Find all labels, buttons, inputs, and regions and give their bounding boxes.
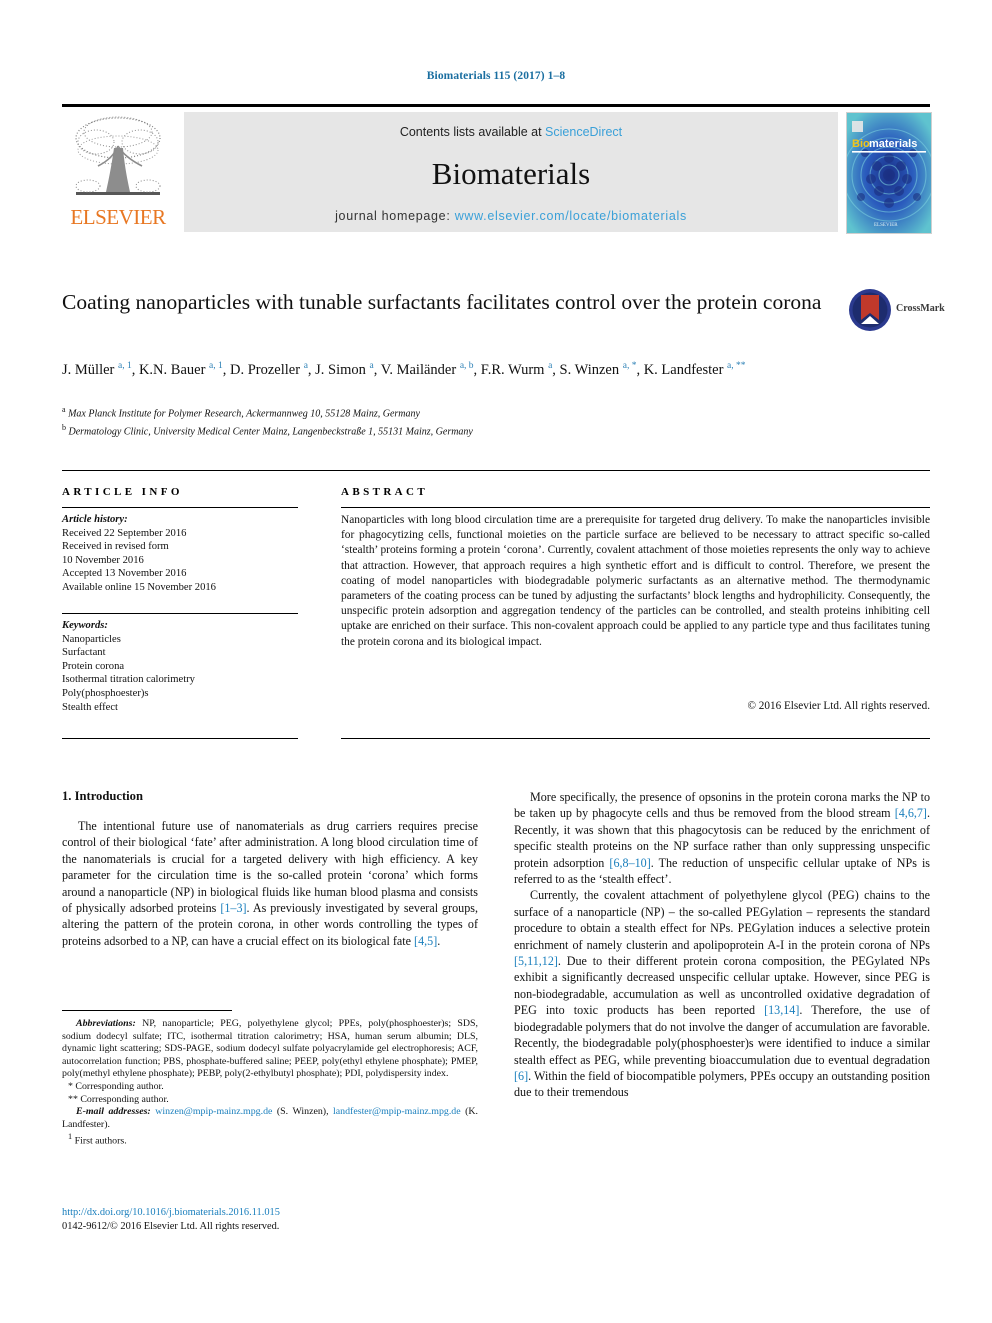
contents-prefix: Contents lists available at [399, 125, 546, 139]
history-line: Available online 15 November 2016 [62, 581, 216, 593]
history-line: Received 22 September 2016 [62, 527, 187, 539]
elsevier-wordmark: ELSEVIER [70, 205, 166, 229]
citation-reference[interactable]: [6] [514, 1069, 528, 1083]
crossmark-icon[interactable] [848, 288, 892, 332]
abstract-rule-upper [341, 507, 930, 508]
article-history: Article history: Received 22 September 2… [62, 513, 312, 595]
corresponding-text-2: Corresponding author. [80, 1093, 169, 1105]
citation-reference[interactable]: [13,14] [764, 1003, 799, 1017]
page-title: Coating nanoparticles with tunable surfa… [62, 290, 822, 314]
masthead-top-rule [62, 104, 930, 107]
contents-available-line: Contents lists available at ScienceDirec… [184, 125, 838, 139]
affiliation-b: b Dermatology Clinic, University Medical… [62, 422, 473, 438]
corresponding-text-1: Corresponding author. [75, 1080, 164, 1092]
affiliation-a: a Max Planck Institute for Polymer Resea… [62, 405, 420, 420]
sciencedirect-link[interactable]: ScienceDirect [545, 125, 622, 139]
paper-page: Biomaterials 115 (2017) 1–8 ELSEVIER Con… [0, 0, 992, 1323]
abbreviations-label: Abbreviations: [76, 1018, 136, 1029]
history-line: 10 November 2016 [62, 554, 144, 566]
affiliation-a-text: Max Planck Institute for Polymer Researc… [68, 408, 420, 420]
citation-reference[interactable]: [4,5] [414, 934, 437, 948]
abstract-text: Nanoparticles with long blood circulatio… [341, 514, 930, 648]
intro-paragraph-3: Currently, the covalent attachment of po… [514, 887, 930, 1100]
email-addresses-note: E-mail addresses: winzen@mpip-mainz.mpg.… [62, 1106, 478, 1131]
keywords-label: Keywords: [62, 620, 108, 631]
running-head: Biomaterials 115 (2017) 1–8 [426, 70, 566, 82]
paragraph-text: Currently, the covalent attachment of po… [514, 888, 930, 952]
author-list: J. Müller a, 1, K.N. Bauer a, 1, D. Proz… [62, 361, 746, 378]
first-authors-marker: 1 [68, 1132, 73, 1142]
section-heading-introduction: 1. Introduction [62, 789, 143, 803]
paragraph-text: More specifically, the presence of opson… [514, 790, 930, 821]
first-authors-note: 1 First authors. [62, 1131, 478, 1148]
history-line: Accepted 13 November 2016 [62, 568, 187, 580]
svg-text:Bio: Bio [852, 138, 870, 150]
first-authors-text: First authors. [74, 1135, 127, 1147]
abbreviations-note: Abbreviations: NP, nanoparticle; PEG, po… [62, 1018, 478, 1081]
keyword-item: Poly(phosphoester)s [62, 687, 149, 699]
email-name-winzen: (S. Winzen), [272, 1106, 334, 1118]
citation-reference[interactable]: [1–3] [220, 901, 246, 915]
body-column-right: More specifically, the presence of opson… [514, 789, 930, 1101]
intro-paragraph-2: More specifically, the presence of opson… [514, 789, 930, 887]
corresponding-marker-2: ** [68, 1093, 78, 1105]
corresponding-author-note-2: ** Corresponding author. [62, 1094, 478, 1107]
doi-copyright-block: http://dx.doi.org/10.1016/j.biomaterials… [62, 1206, 478, 1234]
homepage-prefix: journal homepage: [335, 209, 455, 223]
paragraph-text: . Within the field of biocompatible poly… [514, 1068, 930, 1100]
info-rule-upper [62, 507, 298, 508]
keyword-item: Stealth effect [62, 701, 118, 713]
doi-link[interactable]: http://dx.doi.org/10.1016/j.biomaterials… [62, 1206, 478, 1220]
info-rule-lower [62, 738, 298, 739]
info-block-top-rule [62, 470, 930, 471]
intro-paragraph-1: The intentional future use of nanomateri… [62, 818, 478, 949]
crossmark-label: CrossMark [896, 303, 945, 314]
abstract-heading: ABSTRACT [341, 486, 429, 498]
corresponding-marker-1: * [68, 1080, 73, 1092]
article-history-label: Article history: [62, 514, 128, 525]
info-rule-middle [62, 613, 298, 614]
citation-reference[interactable]: [6,8–10] [609, 856, 650, 870]
citation-reference[interactable]: [5,11,12] [514, 954, 558, 968]
corresponding-author-note-1: * Corresponding author. [62, 1081, 478, 1094]
paragraph-text: . [437, 933, 441, 948]
footnote-rule [62, 1010, 232, 1011]
svg-text:materials: materials [869, 138, 917, 150]
email-link-winzen[interactable]: winzen@mpip-mainz.mpg.de [155, 1106, 272, 1117]
journal-cover-thumbnail: Bio materials ELSEVIER [846, 112, 932, 234]
crossmark-badge-group[interactable]: CrossMark [848, 288, 945, 334]
journal-homepage-line: journal homepage: www.elsevier.com/locat… [184, 209, 838, 223]
keyword-item: Nanoparticles [62, 633, 121, 645]
email-addresses-label: E-mail addresses: [76, 1106, 151, 1118]
keyword-list: Keywords: Nanoparticles Surfactant Prote… [62, 619, 312, 714]
article-info-heading: ARTICLE INFO [62, 486, 183, 498]
email-link-landfester[interactable]: landfester@mpip-mainz.mpg.de [333, 1106, 461, 1117]
elsevier-logo: ELSEVIER [62, 112, 174, 232]
abstract-copyright: © 2016 Elsevier Ltd. All rights reserved… [747, 700, 931, 712]
history-line: Received in revised form [62, 541, 169, 553]
svg-text:ELSEVIER: ELSEVIER [874, 223, 898, 228]
citation-reference[interactable]: [4,6,7] [895, 806, 927, 820]
affiliation-b-text: Dermatology Clinic, University Medical C… [68, 426, 473, 438]
homepage-link[interactable]: www.elsevier.com/locate/biomaterials [455, 209, 687, 223]
affiliation-list: a Max Planck Institute for Polymer Resea… [62, 403, 852, 439]
journal-masthead: ELSEVIER Contents lists available at Sci… [62, 104, 932, 234]
abstract-bottom-rule [341, 738, 930, 739]
body-column-left: 1. Introduction The intentional future u… [62, 789, 478, 949]
keyword-item: Isothermal titration calorimetry [62, 674, 195, 686]
masthead-banner: Contents lists available at ScienceDirec… [184, 112, 838, 232]
footnote-block: Abbreviations: NP, nanoparticle; PEG, po… [62, 1018, 478, 1148]
issn-copyright: 0142-9612/© 2016 Elsevier Ltd. All right… [62, 1221, 280, 1232]
elsevier-tree-icon [66, 112, 170, 204]
keyword-item: Surfactant [62, 647, 106, 659]
journal-title: Biomaterials [431, 156, 591, 191]
keyword-item: Protein corona [62, 660, 125, 672]
